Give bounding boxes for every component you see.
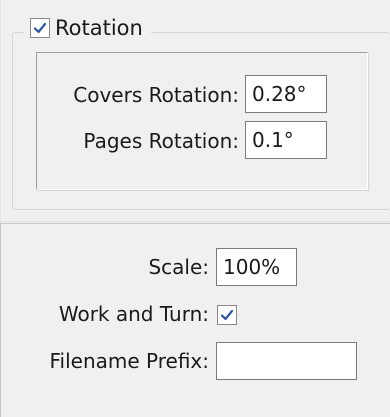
rotation-toggle[interactable]: Rotation (24, 8, 151, 48)
scale-input[interactable] (216, 248, 297, 286)
scale-label: Scale: (148, 255, 209, 279)
checkmark-icon (33, 22, 47, 34)
checkmark-icon (220, 309, 234, 321)
covers-rotation-input[interactable] (245, 75, 327, 113)
filename-prefix-label: Filename Prefix: (49, 349, 209, 373)
work-and-turn-checkbox[interactable] (217, 305, 237, 325)
work-and-turn-label: Work and Turn: (58, 302, 209, 326)
rotation-checkbox[interactable] (30, 18, 50, 38)
pages-rotation-input[interactable] (245, 121, 327, 159)
covers-rotation-label: Covers Rotation: (73, 83, 239, 107)
panel-divider (0, 212, 390, 222)
filename-prefix-input[interactable] (216, 342, 357, 380)
rotation-label: Rotation (55, 16, 143, 40)
pages-rotation-label: Pages Rotation: (83, 129, 239, 153)
